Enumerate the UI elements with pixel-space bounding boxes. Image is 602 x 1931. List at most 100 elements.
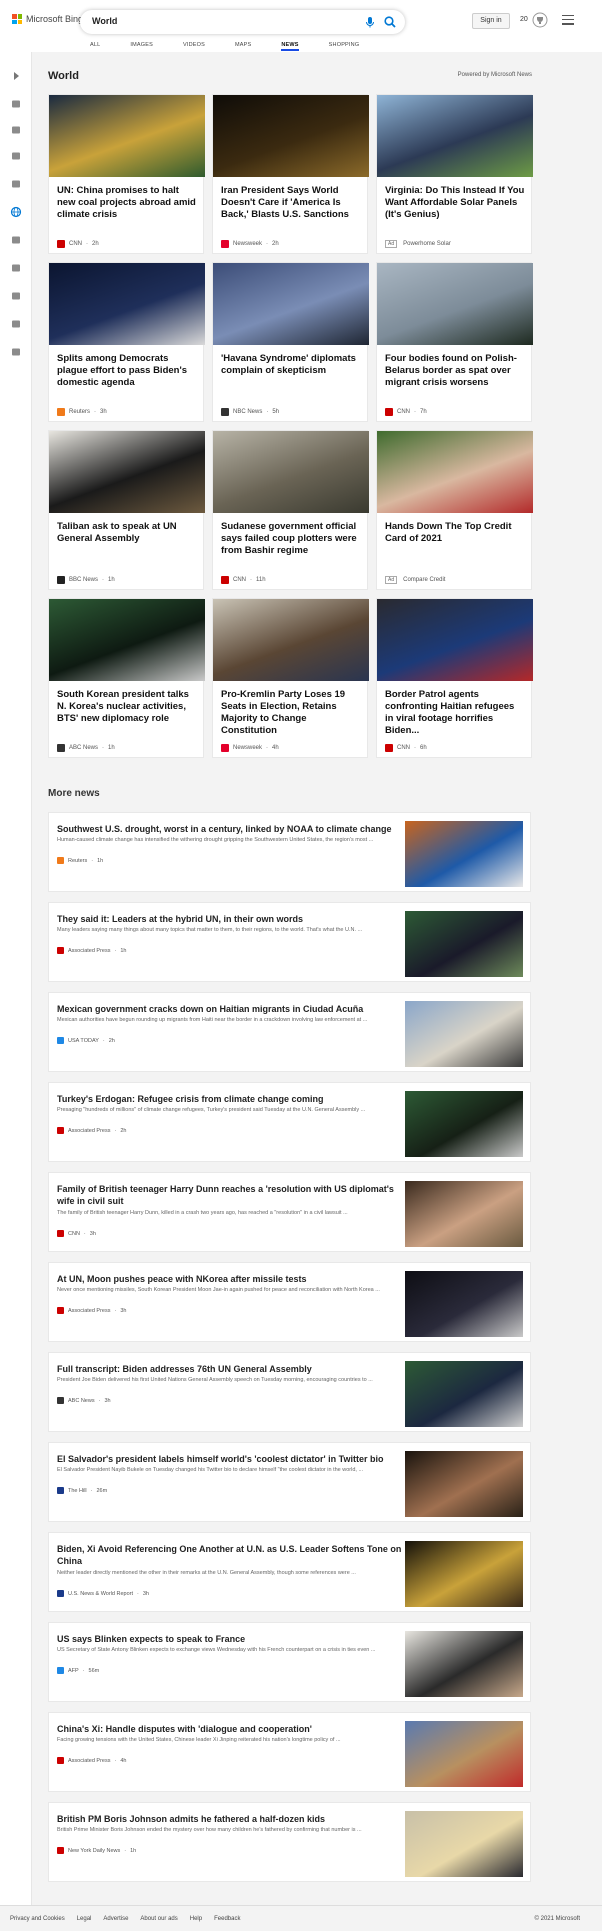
footer-link[interactable]: About our ads (140, 1916, 177, 1922)
building-icon[interactable] (10, 317, 22, 329)
news-card-title[interactable]: Virginia: Do This Instead If You Want Af… (385, 185, 525, 221)
news-card-title[interactable]: Taliban ask to speak at UN General Assem… (57, 521, 197, 545)
news-item-title[interactable]: Family of British teenager Harry Dunn re… (57, 1183, 402, 1207)
news-card[interactable]: Taliban ask to speak at UN General Assem… (48, 430, 205, 590)
news-card-title[interactable]: Hands Down The Top Credit Card of 2021 (385, 521, 525, 545)
news-list-item[interactable]: El Salvador's president labels himself w… (48, 1442, 531, 1522)
flag-icon[interactable] (10, 149, 22, 161)
news-card-title[interactable]: Pro-Kremlin Party Loses 19 Seats in Elec… (221, 689, 361, 737)
footer-link[interactable]: Feedback (214, 1916, 240, 1922)
expand-arrow-icon[interactable] (10, 69, 22, 81)
news-item-thumbnail[interactable] (405, 1451, 523, 1517)
news-card-image[interactable] (49, 431, 205, 513)
tab-shopping[interactable]: SHOPPING (329, 42, 360, 48)
search-box[interactable]: World (80, 10, 405, 34)
news-list-item[interactable]: They said it: Leaders at the hybrid UN, … (48, 902, 531, 982)
tab-all[interactable]: ALL (90, 42, 100, 48)
news-card-image[interactable] (377, 431, 533, 513)
footer-link[interactable]: Legal (77, 1916, 92, 1922)
rewards-points[interactable]: 20 (520, 16, 528, 23)
news-item-thumbnail[interactable] (405, 1631, 523, 1697)
news-card-image[interactable] (213, 263, 369, 345)
news-card-image[interactable] (377, 263, 533, 345)
news-item-thumbnail[interactable] (405, 1001, 523, 1067)
news-item-title[interactable]: They said it: Leaders at the hybrid UN, … (57, 913, 402, 925)
news-card-image[interactable] (213, 95, 369, 177)
news-card-title[interactable]: 'Havana Syndrome' diplomats complain of … (221, 353, 361, 377)
trending-icon[interactable] (10, 123, 22, 135)
tab-news[interactable]: NEWS (281, 42, 299, 51)
news-card[interactable]: Border Patrol agents confronting Haitian… (376, 598, 533, 758)
search-icon[interactable] (383, 15, 397, 29)
news-card-title[interactable]: South Korean president talks N. Korea's … (57, 689, 197, 725)
news-list-item[interactable]: Turkey's Erdogan: Refugee crisis from cl… (48, 1082, 531, 1162)
news-card-image[interactable] (49, 95, 205, 177)
news-card[interactable]: UN: China promises to halt new coal proj… (48, 94, 205, 254)
news-list-item[interactable]: US says Blinken expects to speak to Fran… (48, 1622, 531, 1702)
rocket-icon[interactable] (10, 261, 22, 273)
news-card[interactable]: Pro-Kremlin Party Loses 19 Seats in Elec… (212, 598, 369, 758)
news-list-item[interactable]: China's Xi: Handle disputes with 'dialog… (48, 1712, 531, 1792)
news-item-title[interactable]: British PM Boris Johnson admits he fathe… (57, 1813, 402, 1825)
news-item-thumbnail[interactable] (405, 1721, 523, 1787)
search-input[interactable]: World (92, 16, 117, 26)
news-card[interactable]: Hands Down The Top Credit Card of 2021 Ad… (376, 430, 533, 590)
tab-maps[interactable]: MAPS (235, 42, 251, 48)
footer-link[interactable]: Help (190, 1916, 202, 1922)
news-card-title[interactable]: Sudanese government official says failed… (221, 521, 361, 557)
footer-link[interactable]: Privacy and Cookies (10, 1916, 65, 1922)
news-item-title[interactable]: Mexican government cracks down on Haitia… (57, 1003, 402, 1015)
bing-logo[interactable]: Microsoft Bing (12, 14, 83, 24)
news-card[interactable]: Virginia: Do This Instead If You Want Af… (376, 94, 533, 254)
entertainment-icon[interactable] (10, 289, 22, 301)
news-list-item[interactable]: Biden, Xi Avoid Referencing One Another … (48, 1532, 531, 1612)
news-item-thumbnail[interactable] (405, 1811, 523, 1877)
news-card-title[interactable]: Four bodies found on Polish-Belarus bord… (385, 353, 525, 389)
news-card[interactable]: Four bodies found on Polish-Belarus bord… (376, 262, 533, 422)
tab-videos[interactable]: VIDEOS (183, 42, 205, 48)
home-icon[interactable] (10, 97, 22, 109)
news-item-thumbnail[interactable] (405, 911, 523, 977)
news-item-title[interactable]: Turkey's Erdogan: Refugee crisis from cl… (57, 1093, 402, 1105)
news-list-item[interactable]: British PM Boris Johnson admits he fathe… (48, 1802, 531, 1882)
news-card-title[interactable]: Splits among Democrats plague effort to … (57, 353, 197, 389)
news-card-image[interactable] (377, 599, 533, 681)
news-item-title[interactable]: At UN, Moon pushes peace with NKorea aft… (57, 1273, 402, 1285)
news-item-title[interactable]: Biden, Xi Avoid Referencing One Another … (57, 1543, 402, 1567)
news-item-title[interactable]: US says Blinken expects to speak to Fran… (57, 1633, 402, 1645)
news-item-thumbnail[interactable] (405, 1541, 523, 1607)
news-card-title[interactable]: Border Patrol agents confronting Haitian… (385, 689, 525, 737)
news-item-thumbnail[interactable] (405, 1361, 523, 1427)
news-item-title[interactable]: El Salvador's president labels himself w… (57, 1453, 402, 1465)
news-list-item[interactable]: Full transcript: Biden addresses 76th UN… (48, 1352, 531, 1432)
news-card-title[interactable]: Iran President Says World Doesn't Care i… (221, 185, 361, 221)
news-item-title[interactable]: China's Xi: Handle disputes with 'dialog… (57, 1723, 402, 1735)
location-pin-icon[interactable] (10, 177, 22, 189)
news-list-item[interactable]: Southwest U.S. drought, worst in a centu… (48, 812, 531, 892)
news-card-image[interactable] (49, 599, 205, 681)
news-card-image[interactable] (377, 95, 533, 177)
scale-icon[interactable] (10, 233, 22, 245)
news-item-title[interactable]: Full transcript: Biden addresses 76th UN… (57, 1363, 402, 1375)
news-card[interactable]: Iran President Says World Doesn't Care i… (212, 94, 369, 254)
card-icon[interactable] (10, 345, 22, 357)
sign-in-button[interactable]: Sign in (472, 13, 510, 29)
news-card[interactable]: Sudanese government official says failed… (212, 430, 369, 590)
globe-icon[interactable] (10, 205, 22, 218)
news-card-title[interactable]: UN: China promises to halt new coal proj… (57, 185, 197, 221)
news-card[interactable]: South Korean president talks N. Korea's … (48, 598, 205, 758)
news-item-thumbnail[interactable] (405, 1271, 523, 1337)
news-card[interactable]: 'Havana Syndrome' diplomats complain of … (212, 262, 369, 422)
news-card-image[interactable] (49, 263, 205, 345)
news-card-image[interactable] (213, 599, 369, 681)
news-list-item[interactable]: Family of British teenager Harry Dunn re… (48, 1172, 531, 1252)
footer-link[interactable]: Advertise (103, 1916, 128, 1922)
news-card[interactable]: Splits among Democrats plague effort to … (48, 262, 205, 422)
rewards-trophy-icon[interactable] (532, 12, 548, 28)
microphone-icon[interactable] (363, 15, 377, 29)
news-item-thumbnail[interactable] (405, 1091, 523, 1157)
tab-images[interactable]: IMAGES (130, 42, 153, 48)
news-item-title[interactable]: Southwest U.S. drought, worst in a centu… (57, 823, 402, 835)
hamburger-menu-icon[interactable] (562, 15, 574, 25)
news-card-image[interactable] (213, 431, 369, 513)
